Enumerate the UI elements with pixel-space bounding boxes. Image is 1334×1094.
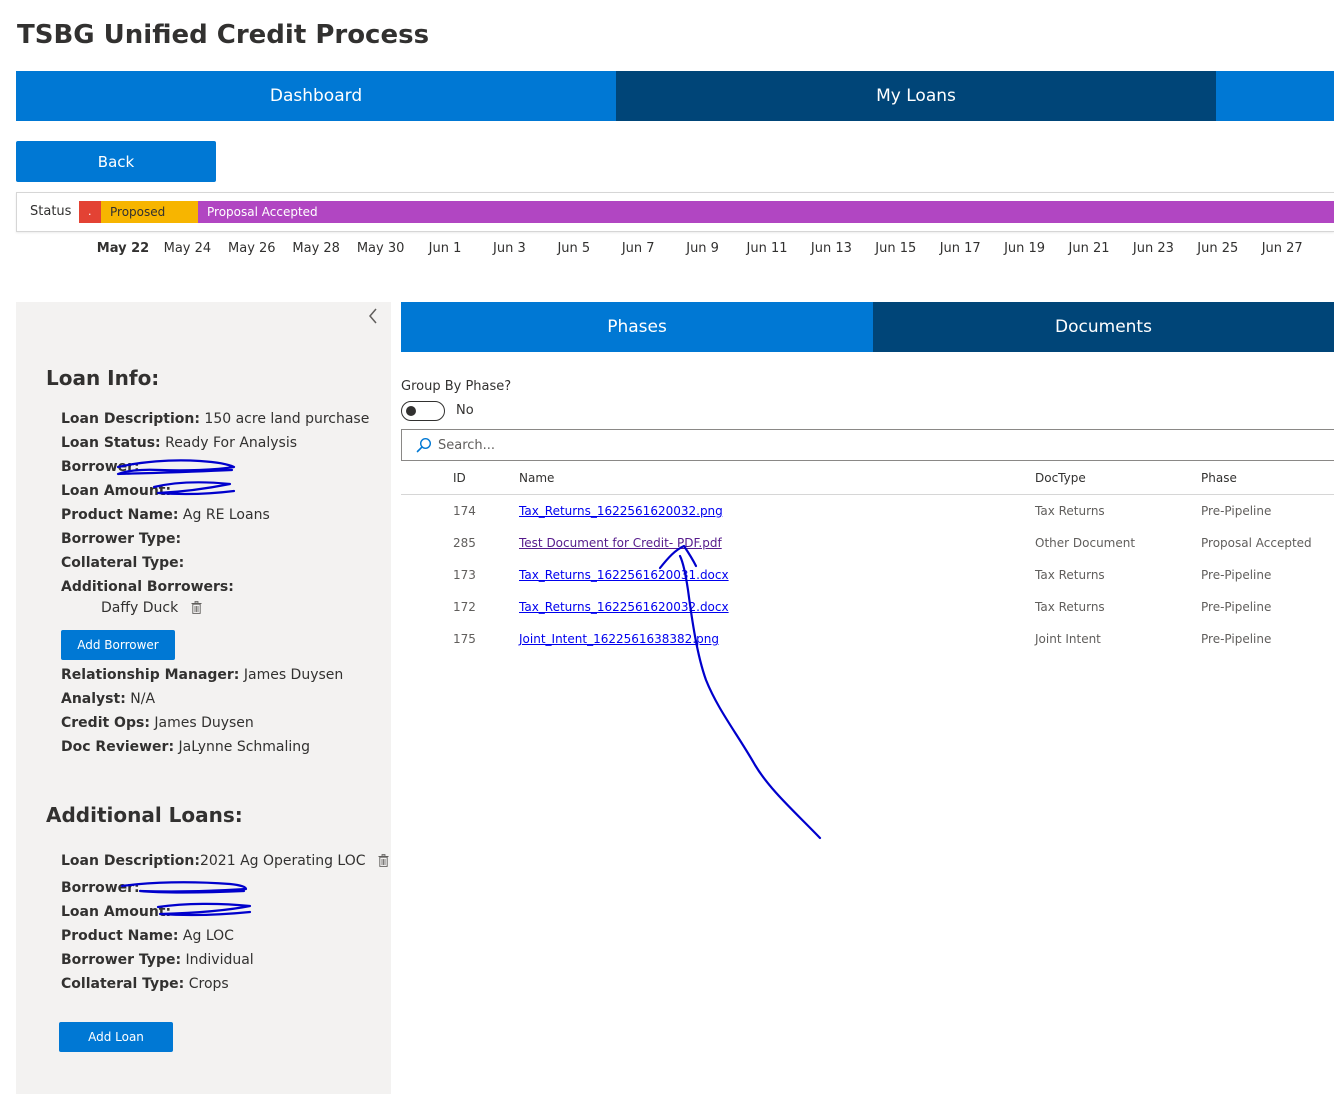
document-link[interactable]: Tax_Returns_1622561620032.docx	[519, 600, 729, 614]
document-link[interactable]: Joint_Intent_1622561638382.png	[519, 632, 719, 646]
additional-loan-amount-field: Loan Amount:	[61, 904, 172, 920]
nav-tab-dashboard[interactable]: Dashboard	[16, 71, 616, 121]
timeline-date-tick: May 28	[292, 241, 340, 256]
timeline-date-tick: Jun 1	[428, 241, 462, 256]
row-id: 173	[453, 568, 476, 582]
loan-status-field: Loan Status: Ready For Analysis	[61, 435, 298, 451]
timeline-date-tick: Jun 11	[746, 241, 788, 256]
collateral-type-field: Collateral Type:	[61, 555, 185, 571]
additional-loan-borrower-field: Borrower:	[61, 880, 140, 896]
tab-documents[interactable]: Documents	[873, 302, 1334, 352]
table-row[interactable]: 173 Tax_Returns_1622561620031.docx Tax R…	[401, 559, 1334, 591]
toggle-knob	[406, 406, 416, 416]
credit-ops-field: Credit Ops: James Duysen	[61, 715, 254, 731]
borrower-field: Borrower:	[61, 459, 140, 475]
row-phase: Pre-Pipeline	[1201, 632, 1272, 646]
timeline-date-tick: Jun 9	[686, 241, 719, 256]
table-row[interactable]: 174 Tax_Returns_1622561620032.png Tax Re…	[401, 495, 1334, 527]
loan-description-field: Loan Description: 150 acre land purchase	[61, 411, 370, 427]
additional-loan-collateral-type-field: Collateral Type: Crops	[61, 976, 229, 992]
timeline-date-tick: Jun 21	[1068, 241, 1110, 256]
table-header: ID Name DocType Phase	[401, 462, 1334, 495]
table-row[interactable]: 172 Tax_Returns_1622561620032.docx Tax R…	[401, 591, 1334, 623]
timeline-date-axis: May 22 May 24 May 26 May 28 May 30 Jun 1 Jun 3…	[16, 236, 1334, 264]
search-input[interactable]	[438, 430, 1298, 460]
row-doctype: Other Document	[1035, 536, 1136, 550]
timeline-date-tick: May 24	[163, 241, 212, 256]
row-phase: Pre-Pipeline	[1201, 504, 1272, 518]
row-phase: Proposal Accepted	[1201, 536, 1312, 550]
collapse-panel-icon[interactable]	[365, 308, 381, 328]
status-timeline: Status . Proposed Proposal Accepted	[16, 192, 1334, 232]
trash-icon[interactable]	[191, 601, 202, 614]
back-button[interactable]: Back	[16, 141, 216, 182]
timeline-date-tick: Jun 27	[1261, 241, 1303, 256]
app-title: TSBG Unified Credit Process	[17, 20, 430, 50]
row-doctype: Tax Returns	[1035, 568, 1105, 582]
loan-info-panel: Loan Info: Loan Description: 150 acre la…	[16, 302, 391, 1094]
column-header-id[interactable]: ID	[453, 462, 466, 494]
additional-borrowers-field: Additional Borrowers:	[61, 579, 234, 595]
document-link[interactable]: Tax_Returns_1622561620032.png	[519, 504, 723, 518]
doc-reviewer-field: Doc Reviewer: JaLynne Schmaling	[61, 739, 311, 755]
timeline-date-tick: May 22	[96, 241, 150, 256]
additional-loan-borrower-type-field: Borrower Type: Individual	[61, 952, 254, 968]
row-id: 172	[453, 600, 476, 614]
timeline-date-tick: May 26	[228, 241, 276, 256]
timeline-segment-proposal-accepted[interactable]: Proposal Accepted	[198, 201, 1334, 223]
timeline-date-tick: Jun 15	[875, 241, 917, 256]
group-by-phase-toggle[interactable]	[401, 401, 445, 421]
add-loan-button[interactable]: Add Loan	[59, 1022, 173, 1052]
row-phase: Pre-Pipeline	[1201, 600, 1272, 614]
additional-loans-title: Additional Loans:	[46, 803, 243, 827]
search-box	[401, 429, 1334, 461]
row-phase: Pre-Pipeline	[1201, 568, 1272, 582]
toggle-state-text: No	[456, 403, 474, 418]
document-link[interactable]: Tax_Returns_1622561620031.docx	[519, 568, 729, 582]
timeline-date-tick: Jun 5	[557, 241, 591, 256]
additional-loan-description-field: Loan Description:2021 Ag Operating LOC	[61, 851, 389, 871]
column-header-name[interactable]: Name	[519, 462, 554, 494]
row-id: 175	[453, 632, 476, 646]
documents-table: ID Name DocType Phase 174 Tax_Returns_16…	[401, 462, 1334, 655]
row-doctype: Joint Intent	[1035, 632, 1101, 646]
table-row[interactable]: 175 Joint_Intent_1622561638382.png Joint…	[401, 623, 1334, 655]
column-header-phase[interactable]: Phase	[1201, 462, 1237, 494]
trash-icon[interactable]	[378, 854, 389, 867]
document-link[interactable]: Test Document for Credit- PDF.pdf	[519, 536, 722, 550]
nav-tab-my-loans[interactable]: My Loans	[616, 71, 1216, 121]
analyst-field: Analyst: N/A	[61, 691, 156, 707]
group-by-phase-label: Group By Phase?	[401, 379, 512, 394]
timeline-segment-proposed[interactable]: Proposed	[101, 201, 198, 223]
additional-loan-product-name-field: Product Name: Ag LOC	[61, 928, 234, 944]
table-row[interactable]: 285 Test Document for Credit- PDF.pdf Ot…	[401, 527, 1334, 559]
additional-borrower-item: Daffy Duck	[101, 598, 202, 618]
search-icon	[416, 437, 432, 453]
relationship-manager-field: Relationship Manager: James Duysen	[61, 667, 344, 683]
row-id: 285	[453, 536, 476, 550]
column-header-doctype[interactable]: DocType	[1035, 462, 1086, 494]
timeline-date-tick: Jun 19	[1004, 241, 1046, 256]
loan-info-title: Loan Info:	[46, 366, 160, 390]
row-doctype: Tax Returns	[1035, 504, 1105, 518]
timeline-date-tick: Jun 17	[939, 241, 981, 256]
timeline-segment-initial[interactable]: .	[79, 201, 101, 223]
add-borrower-button[interactable]: Add Borrower	[61, 630, 175, 660]
top-navigation: Dashboard My Loans	[16, 71, 1334, 121]
row-doctype: Tax Returns	[1035, 600, 1105, 614]
borrower-type-field: Borrower Type:	[61, 531, 182, 547]
timeline-date-tick: Jun 3	[493, 241, 526, 256]
product-name-field: Product Name: Ag RE Loans	[61, 507, 270, 523]
row-id: 174	[453, 504, 476, 518]
tab-phases[interactable]: Phases	[401, 302, 873, 352]
timeline-date-tick: Jun 23	[1132, 241, 1174, 256]
document-tabs: Phases Documents	[401, 302, 1334, 352]
timeline-date-tick: Jun 7	[621, 241, 655, 256]
timeline-date-tick: Jun 25	[1197, 241, 1239, 256]
timeline-date-tick: Jun 13	[810, 241, 852, 256]
timeline-date-tick: May 30	[356, 241, 405, 256]
loan-amount-field: Loan Amount:	[61, 483, 172, 499]
timeline-status-label: Status	[30, 204, 72, 219]
